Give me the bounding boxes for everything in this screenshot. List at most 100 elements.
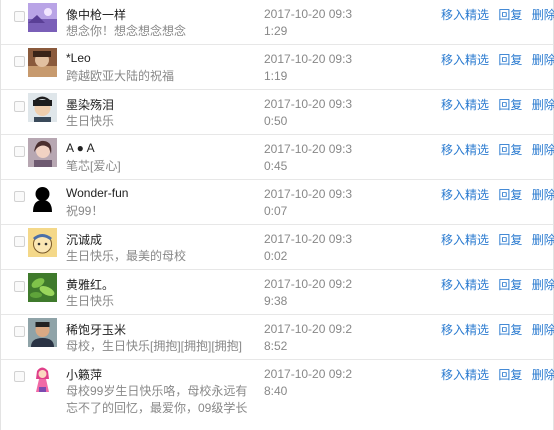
avatar[interactable] bbox=[28, 138, 57, 167]
comment-row: *Leo 跨越欧亚大陆的祝福 2017-10-20 09:3 1:19 移入精选… bbox=[1, 45, 554, 90]
feature-link[interactable]: 移入精选 bbox=[441, 98, 489, 112]
avatar[interactable] bbox=[28, 3, 57, 32]
comment-time-line2: 1:29 bbox=[264, 24, 288, 38]
feature-link[interactable]: 移入精选 bbox=[441, 278, 489, 292]
row-checkbox[interactable] bbox=[14, 281, 25, 292]
reply-link[interactable]: 回复 bbox=[498, 98, 522, 112]
comment-row: Wonder-fun 祝99！ 2017-10-20 09:3 0:07 移入精… bbox=[1, 180, 554, 225]
comment-author: Wonder-fun bbox=[66, 186, 129, 200]
comment-row: 墨染殇泪 生日快乐 2017-10-20 09:3 0:50 移入精选 回复 删… bbox=[1, 90, 554, 135]
comment-text: 跨越欧亚大陆的祝福 bbox=[66, 69, 175, 83]
comment-time-line1: 2017-10-20 09:3 bbox=[264, 97, 353, 111]
comment-time-line1: 2017-10-20 09:2 bbox=[264, 322, 353, 336]
feature-link[interactable]: 移入精选 bbox=[441, 188, 489, 202]
feature-link[interactable]: 移入精选 bbox=[441, 323, 489, 337]
feature-link[interactable]: 移入精选 bbox=[441, 233, 489, 247]
comment-time-line1: 2017-10-20 09:3 bbox=[264, 142, 353, 156]
row-checkbox[interactable] bbox=[14, 191, 25, 202]
avatar[interactable] bbox=[28, 93, 57, 122]
comment-row: 像中枪一样 想念你！想念想念想念 2017-10-20 09:3 1:29 移入… bbox=[1, 0, 554, 45]
reply-link[interactable]: 回复 bbox=[498, 53, 522, 67]
comment-time: 2017-10-20 09:3 1:29 bbox=[264, 6, 364, 40]
comment-author: 小籁萍 bbox=[66, 368, 103, 382]
comment-text: 生日快乐 bbox=[66, 114, 115, 128]
reply-link[interactable]: 回复 bbox=[498, 323, 522, 337]
delete-link[interactable]: 删除 bbox=[532, 278, 554, 292]
avatar[interactable] bbox=[28, 363, 57, 392]
reply-link[interactable]: 回复 bbox=[498, 233, 522, 247]
delete-link[interactable]: 删除 bbox=[532, 233, 554, 247]
row-checkbox[interactable] bbox=[14, 101, 25, 112]
delete-link[interactable]: 删除 bbox=[532, 8, 554, 22]
comment-time: 2017-10-20 09:3 0:07 bbox=[264, 186, 364, 220]
comment-time: 2017-10-20 09:2 9:38 bbox=[264, 276, 364, 310]
comment-text: 想念你！想念想念想念 bbox=[66, 24, 187, 38]
avatar[interactable] bbox=[28, 318, 57, 347]
delete-link[interactable]: 删除 bbox=[532, 323, 554, 337]
comment-text: 祝99！ bbox=[66, 204, 104, 218]
comment-time-line2: 0:45 bbox=[264, 159, 288, 173]
comment-author: 墨染殇泪 bbox=[66, 98, 115, 112]
row-actions: 移入精选 回复 删除 bbox=[441, 96, 554, 113]
comment-row: 小籁萍 母校99岁生日快乐咯，母校永远有忘不了的回忆，最爱你，09级学长 201… bbox=[1, 360, 554, 430]
comment-text: 笔芯[爱心] bbox=[66, 159, 121, 173]
row-checkbox[interactable] bbox=[14, 11, 25, 22]
row-actions: 移入精选 回复 删除 bbox=[441, 231, 554, 248]
reply-link[interactable]: 回复 bbox=[498, 143, 522, 157]
reply-link[interactable]: 回复 bbox=[498, 278, 522, 292]
avatar[interactable] bbox=[28, 228, 57, 257]
comment-row: A ● A 笔芯[爱心] 2017-10-20 09:3 0:45 移入精选 回… bbox=[1, 135, 554, 180]
feature-link[interactable]: 移入精选 bbox=[441, 8, 489, 22]
comment-time-line2: 9:38 bbox=[264, 294, 288, 308]
row-actions: 移入精选 回复 删除 bbox=[441, 276, 554, 293]
comment-time-line2: 0:50 bbox=[264, 114, 288, 128]
delete-link[interactable]: 删除 bbox=[532, 143, 554, 157]
row-actions: 移入精选 回复 删除 bbox=[441, 51, 554, 68]
comment-author: 沉诚成 bbox=[66, 233, 103, 247]
comment-row: 黄雅红。 生日快乐 2017-10-20 09:2 9:38 移入精选 回复 删… bbox=[1, 270, 554, 315]
comment-time-line1: 2017-10-20 09:3 bbox=[264, 52, 353, 66]
comment-time-line1: 2017-10-20 09:3 bbox=[264, 232, 353, 246]
comment-row: 稀饱牙玉米 母校，生日快乐[拥抱][拥抱][拥抱] 2017-10-20 09:… bbox=[1, 315, 554, 360]
avatar[interactable] bbox=[28, 183, 57, 212]
comment-text: 母校，生日快乐[拥抱][拥抱][拥抱] bbox=[66, 339, 243, 353]
comment-author: 稀饱牙玉米 bbox=[66, 323, 127, 337]
comment-text: 母校99岁生日快乐咯，母校永远有忘不了的回忆，最爱你，09级学长 bbox=[66, 384, 248, 415]
reply-link[interactable]: 回复 bbox=[498, 188, 522, 202]
reply-link[interactable]: 回复 bbox=[498, 8, 522, 22]
delete-link[interactable]: 删除 bbox=[532, 188, 554, 202]
comment-row: 沉诚成 生日快乐，最美的母校 2017-10-20 09:3 0:02 移入精选… bbox=[1, 225, 554, 270]
comment-list: 像中枪一样 想念你！想念想念想念 2017-10-20 09:3 1:29 移入… bbox=[0, 0, 554, 430]
comment-time: 2017-10-20 09:3 0:50 bbox=[264, 96, 364, 130]
comment-author: 黄雅红。 bbox=[66, 278, 115, 292]
comment-time-line2: 8:40 bbox=[264, 384, 288, 398]
avatar[interactable] bbox=[28, 273, 57, 302]
avatar[interactable] bbox=[28, 48, 57, 77]
comment-time-line1: 2017-10-20 09:2 bbox=[264, 277, 353, 291]
comment-author: *Leo bbox=[66, 51, 91, 65]
comment-time-line1: 2017-10-20 09:3 bbox=[264, 187, 353, 201]
delete-link[interactable]: 删除 bbox=[532, 368, 554, 382]
comment-time-line2: 8:52 bbox=[264, 339, 288, 353]
row-actions: 移入精选 回复 删除 bbox=[441, 141, 554, 158]
row-actions: 移入精选 回复 删除 bbox=[441, 321, 554, 338]
comment-time-line1: 2017-10-20 09:3 bbox=[264, 7, 353, 21]
row-checkbox[interactable] bbox=[14, 56, 25, 67]
row-checkbox[interactable] bbox=[14, 146, 25, 157]
comment-time: 2017-10-20 09:2 8:52 bbox=[264, 321, 364, 355]
row-checkbox[interactable] bbox=[14, 236, 25, 247]
feature-link[interactable]: 移入精选 bbox=[441, 53, 489, 67]
comment-time: 2017-10-20 09:3 0:02 bbox=[264, 231, 364, 265]
reply-link[interactable]: 回复 bbox=[498, 368, 522, 382]
row-actions: 移入精选 回复 删除 bbox=[441, 186, 554, 203]
row-checkbox[interactable] bbox=[14, 326, 25, 337]
feature-link[interactable]: 移入精选 bbox=[441, 368, 489, 382]
comment-author: 像中枪一样 bbox=[66, 8, 127, 22]
comment-time: 2017-10-20 09:3 0:45 bbox=[264, 141, 364, 175]
row-checkbox[interactable] bbox=[14, 371, 25, 382]
comment-time: 2017-10-20 09:3 1:19 bbox=[264, 51, 364, 85]
delete-link[interactable]: 删除 bbox=[532, 53, 554, 67]
feature-link[interactable]: 移入精选 bbox=[441, 143, 489, 157]
comment-time-line2: 0:02 bbox=[264, 249, 288, 263]
delete-link[interactable]: 删除 bbox=[532, 98, 554, 112]
